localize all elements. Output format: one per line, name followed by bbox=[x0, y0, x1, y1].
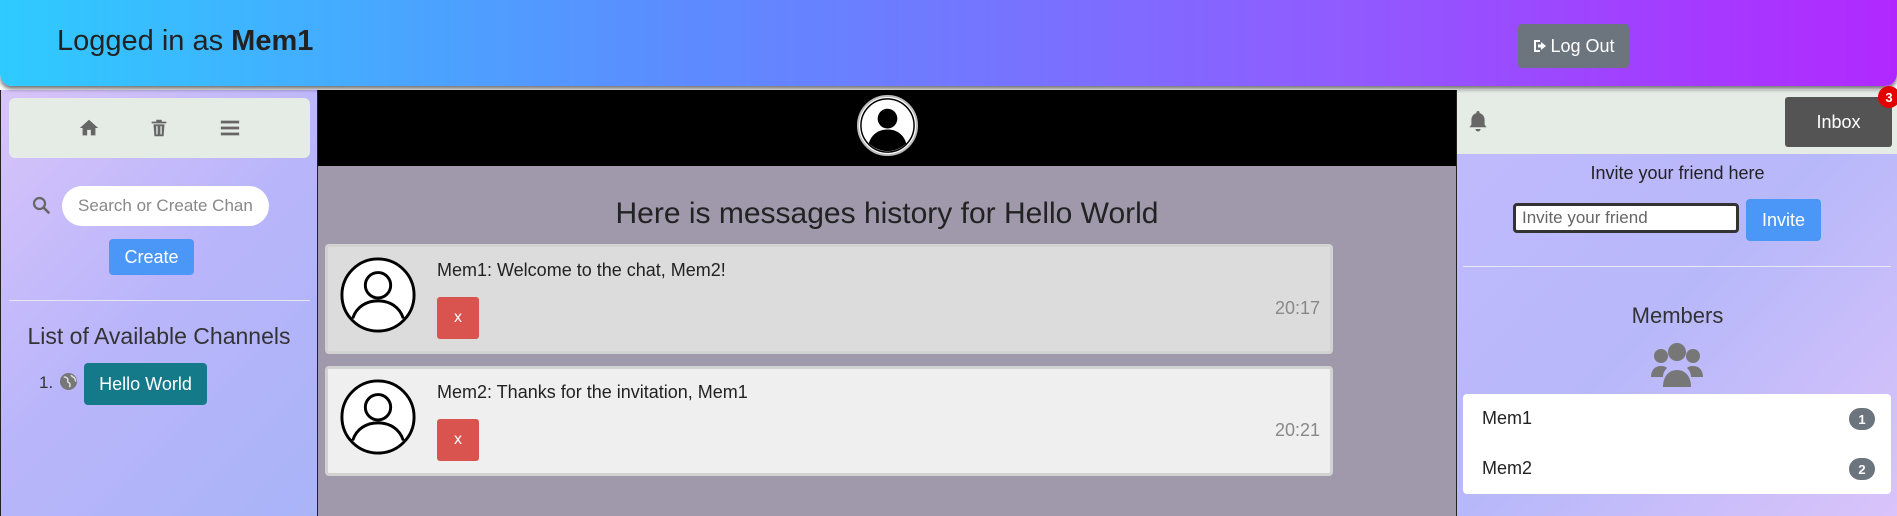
menu-button[interactable] bbox=[218, 116, 242, 140]
right-sidebar: Inbox Invite your friend here Invite Mem… bbox=[1456, 90, 1897, 516]
delete-button[interactable] bbox=[147, 116, 171, 140]
bell-icon[interactable] bbox=[1466, 109, 1490, 133]
channel-search-input[interactable] bbox=[62, 186, 269, 226]
inbox-count-badge: 3 bbox=[1878, 86, 1897, 108]
inbox-button[interactable]: Inbox bbox=[1785, 97, 1892, 147]
member-badge: 1 bbox=[1849, 408, 1875, 430]
left-divider bbox=[9, 300, 310, 301]
logout-label: Log Out bbox=[1550, 35, 1615, 56]
current-username: Mem1 bbox=[231, 25, 314, 57]
login-prefix: Logged in as bbox=[57, 25, 224, 57]
home-button[interactable] bbox=[77, 116, 101, 140]
history-title: Here is messages history for Hello World bbox=[615, 197, 1159, 230]
chat-topbar bbox=[318, 90, 1456, 166]
globe-icon bbox=[59, 372, 78, 391]
user-outline-icon bbox=[340, 257, 416, 333]
search-icon bbox=[32, 196, 50, 214]
right-divider bbox=[1463, 266, 1891, 267]
users-group-icon bbox=[1651, 343, 1703, 387]
invite-friend-input[interactable] bbox=[1513, 203, 1739, 233]
channel-hello-world[interactable]: Hello World bbox=[84, 363, 207, 405]
message-item: Mem2: Thanks for the invitation, Mem1 x … bbox=[325, 366, 1333, 476]
user-outline-icon bbox=[340, 379, 416, 455]
message-time: 20:21 bbox=[1274, 420, 1320, 440]
message-time: 20:17 bbox=[1274, 298, 1320, 318]
channels-title: List of Available Channels bbox=[27, 323, 291, 349]
home-icon bbox=[79, 119, 99, 136]
member-name: Mem1 bbox=[1482, 408, 1533, 428]
user-avatar-icon[interactable] bbox=[856, 94, 919, 157]
menu-icon bbox=[220, 120, 239, 136]
member-item[interactable]: Mem1 1 bbox=[1463, 394, 1891, 444]
member-badge: 2 bbox=[1849, 458, 1875, 480]
members-title: Members bbox=[1631, 303, 1724, 328]
chat-panel: Here is messages history for Hello World… bbox=[318, 90, 1456, 516]
top-header: Logged in as Mem1 Log Out bbox=[0, 0, 1897, 86]
left-sidebar: Create List of Available Channels 1. Hel… bbox=[0, 90, 318, 516]
delete-message-button[interactable]: x bbox=[437, 419, 479, 461]
right-topbar: Inbox bbox=[1457, 90, 1897, 154]
member-item[interactable]: Mem2 2 bbox=[1463, 444, 1891, 494]
channel-number: 1. bbox=[39, 373, 54, 392]
members-list: Mem1 1 Mem2 2 bbox=[1463, 394, 1891, 494]
invite-button[interactable]: Invite bbox=[1746, 199, 1821, 241]
delete-message-button[interactable]: x bbox=[437, 297, 479, 339]
trash-icon bbox=[152, 119, 167, 137]
login-status: Logged in as Mem1 bbox=[57, 25, 313, 58]
logout-button[interactable]: Log Out bbox=[1518, 24, 1629, 68]
sign-out-icon bbox=[1534, 40, 1547, 52]
message-item: Mem1: Welcome to the chat, Mem2! x 20:17 bbox=[325, 244, 1333, 354]
member-name: Mem2 bbox=[1482, 458, 1533, 478]
left-toolbar bbox=[9, 98, 310, 158]
message-text: Mem1: Welcome to the chat, Mem2! bbox=[437, 260, 726, 280]
invite-label: Invite your friend here bbox=[1590, 163, 1765, 183]
create-channel-button[interactable]: Create bbox=[109, 239, 194, 275]
message-text: Mem2: Thanks for the invitation, Mem1 bbox=[437, 382, 748, 402]
